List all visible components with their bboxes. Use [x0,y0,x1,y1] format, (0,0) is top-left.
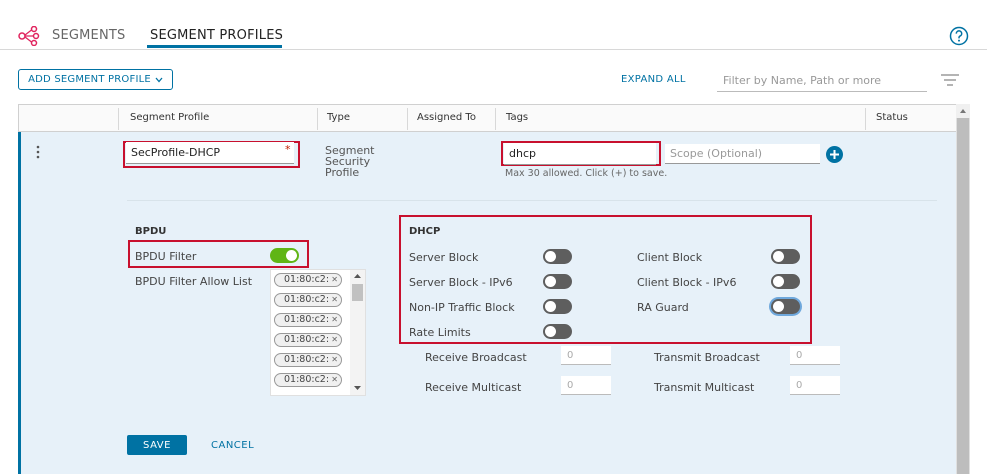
mac-chip[interactable]: 01:80:c2: ✕ [274,353,342,367]
mac-chip-label: 01:80:c2: [284,274,330,285]
required-indicator: * [285,143,291,156]
toggle-knob [773,251,784,262]
toggle-knob [545,251,556,262]
ra-guard-toggle[interactable] [771,299,800,314]
non-ip-traffic-block-label: Non-IP Traffic Block [409,301,515,314]
tag-input[interactable] [504,143,656,165]
column-header-type[interactable]: Type [327,112,350,123]
scroll-up-arrow-icon [960,109,966,113]
column-filter-icon[interactable] [940,74,960,86]
column-header-assigned-to[interactable]: Assigned To [417,112,476,123]
client-block-ipv6-toggle[interactable] [771,274,800,289]
column-header-tags[interactable]: Tags [506,112,528,123]
bpdu-section-title: BPDU [135,226,167,237]
transmit-multicast-label: Transmit Multicast [654,381,755,394]
scope-input[interactable] [665,144,820,164]
column-divider [495,108,496,130]
mac-chip[interactable]: 01:80:c2: ✕ [274,293,342,307]
toggle-knob [773,276,784,287]
tab-bar [0,0,987,50]
segments-network-icon [18,26,40,46]
active-tab-indicator [147,45,282,48]
mac-chip-label: 01:80:c2: [284,334,330,345]
receive-multicast-label: Receive Multicast [425,381,522,394]
client-block-label: Client Block [637,251,703,264]
add-tag-button[interactable] [826,146,843,163]
rate-limits-toggle[interactable] [543,324,572,339]
filter-input[interactable] [717,70,927,92]
scrollbar-thumb[interactable] [957,118,969,474]
toggle-knob [545,326,556,337]
profile-name-input[interactable] [126,142,294,164]
server-block-toggle[interactable] [543,249,572,264]
cancel-button[interactable]: CANCEL [211,440,254,451]
toggle-knob [545,276,556,287]
toggle-knob [286,250,297,261]
type-line: Profile [325,166,360,179]
mac-chip-label: 01:80:c2: [284,374,330,385]
help-icon[interactable] [949,26,969,46]
add-segment-profile-button[interactable]: ADD SEGMENT PROFILE [18,69,173,90]
chevron-down-icon [155,77,163,82]
mac-chip[interactable]: 01:80:c2: ✕ [274,273,342,287]
scroll-up-button[interactable] [956,104,970,118]
column-divider [317,108,318,130]
client-block-toggle[interactable] [771,249,800,264]
mac-chip-label: 01:80:c2: [284,294,330,305]
tag-hint: Max 30 allowed. Click (+) to save. [505,168,668,179]
mac-chip-label: 01:80:c2: [284,354,330,365]
dhcp-section-title: DHCP [409,226,441,237]
add-segment-profile-label: ADD SEGMENT PROFILE [28,74,151,85]
tab-segments[interactable]: SEGMENTS [52,28,126,43]
mac-chip[interactable]: 01:80:c2: ✕ [274,373,342,387]
column-header-segment-profile[interactable]: Segment Profile [130,112,209,123]
scroll-up-arrow-icon[interactable] [353,273,362,279]
scroll-down-arrow-icon[interactable] [353,385,362,391]
tab-segment-profiles[interactable]: SEGMENT PROFILES [150,28,283,43]
section-divider [127,200,937,201]
transmit-multicast-input[interactable] [790,376,840,395]
receive-broadcast-label: Receive Broadcast [425,351,527,364]
toggle-knob [773,301,784,312]
mac-chip-label: 01:80:c2: [284,314,330,325]
save-button[interactable]: SAVE [127,435,187,455]
server-block-ipv6-label: Server Block - IPv6 [409,276,513,289]
receive-multicast-input[interactable] [561,376,611,395]
column-divider [118,108,119,130]
mac-chip[interactable]: 01:80:c2: ✕ [274,333,342,347]
close-icon[interactable]: ✕ [331,354,338,366]
column-divider [407,108,408,130]
allow-list-scroll-thumb[interactable] [352,284,363,301]
plus-icon [830,150,839,159]
close-icon[interactable]: ✕ [331,334,338,346]
server-block-ipv6-toggle[interactable] [543,274,572,289]
close-icon[interactable]: ✕ [331,314,338,326]
close-icon[interactable]: ✕ [331,294,338,306]
bpdu-filter-label: BPDU Filter [135,250,197,263]
toggle-knob [545,301,556,312]
close-icon[interactable]: ✕ [331,274,338,286]
bpdu-allow-list-label: BPDU Filter Allow List [135,275,253,288]
server-block-label: Server Block [409,251,479,264]
transmit-broadcast-label: Transmit Broadcast [654,351,760,364]
close-icon[interactable]: ✕ [331,374,338,386]
non-ip-traffic-block-toggle[interactable] [543,299,572,314]
row-actions-icon[interactable] [36,145,40,159]
bpdu-filter-toggle[interactable] [270,248,299,263]
column-divider [865,108,866,130]
transmit-broadcast-input[interactable] [790,346,840,365]
expand-all-button[interactable]: EXPAND ALL [621,74,686,85]
ra-guard-label: RA Guard [637,301,689,314]
client-block-ipv6-label: Client Block - IPv6 [637,276,737,289]
mac-chip[interactable]: 01:80:c2: ✕ [274,313,342,327]
rate-limits-label: Rate Limits [409,326,471,339]
receive-broadcast-input[interactable] [561,346,611,365]
column-header-status[interactable]: Status [876,112,908,123]
profile-type: Segment Security Profile [325,145,385,178]
